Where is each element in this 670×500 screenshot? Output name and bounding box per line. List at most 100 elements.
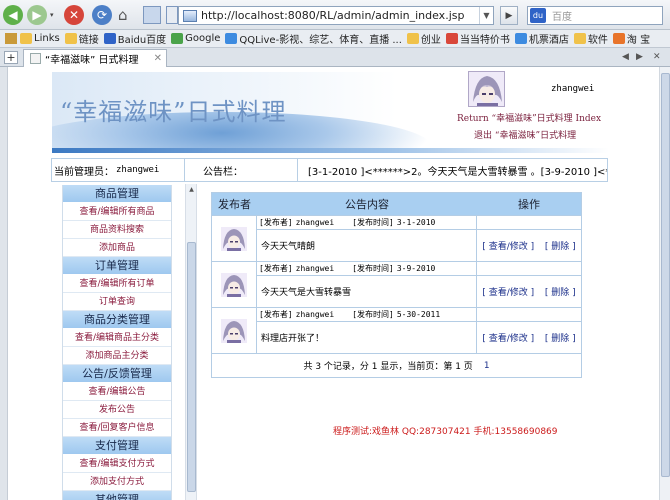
menu-item[interactable]: 发布公告 [63,401,171,419]
bookmark-label[interactable]: 淘 宝 [627,31,650,46]
tab-title[interactable]: “幸福滋味” 日式料理 [45,51,139,66]
bookmark-icon [64,33,77,44]
admin-name: zhangwei [551,84,595,94]
bookmark-label[interactable]: Baidu百度 [118,31,166,46]
tab-current[interactable]: “幸福滋味” 日式料理 ✕ [23,49,167,67]
bookmark-icon [103,33,116,44]
tab-close-all-icon[interactable]: ✕ [653,52,661,62]
page-scrollbar[interactable] [659,67,670,500]
bookmark-item[interactable]: QQLive-影视、综艺、体育、直播 ... [225,31,402,46]
bookmark-item[interactable]: 链接 [64,31,99,46]
menu-section-title[interactable]: 商品管理 [63,185,171,203]
announcement-body: [发布者] zhangwei [发布时间] 5-30-2011 料理店开张了！ [257,308,477,353]
menu-section-title[interactable]: 其他管理 [63,491,171,500]
publish-time: 3-9-2010 [396,264,436,273]
menu-item[interactable]: 添加商品 [63,239,171,257]
actions-spacer [477,216,581,230]
search-placeholder[interactable]: 百度 [552,8,572,23]
address-dropdown-icon[interactable]: ▼ [479,7,493,24]
reader-icon[interactable] [166,6,178,24]
bookmark-item[interactable]: 机票酒店 [514,31,569,46]
back-icon[interactable]: ◀ [3,5,23,25]
page-icon [183,9,197,22]
action-buttons: [ 查看/修改 ] [ 删除 ] [477,230,581,261]
announcement-table: 发布者 公告内容 操作 [发布者] zhangwei [发布时间] 3-1-2010 今… [211,192,582,378]
bookmark-item[interactable]: 软件 [573,31,608,46]
pager-page-link[interactable]: 1 [484,361,490,371]
delete-link[interactable]: [ 删除 ] [545,331,576,344]
tab-scroll-icon[interactable]: ▶ [636,52,643,62]
browser-toolbar: ◀ ▶ ▾ ✕ ⟳ ⌂ http://localhost:8080/RL/adm… [0,0,670,30]
history-dropdown-icon[interactable]: ▾ [50,11,60,21]
pager-summary: 共 3 个记录，分 1 显示，当前页：第 1 页 [303,362,473,372]
bookmark-label[interactable]: Google [185,33,220,44]
address-bar[interactable]: http://localhost:8080/RL/admin/admin_ind… [178,6,494,25]
forward-icon[interactable]: ▶ [27,5,47,25]
favorites-icon[interactable] [143,6,161,24]
stop-icon[interactable]: ✕ [64,5,84,25]
bookmark-label[interactable]: 机票酒店 [529,31,569,46]
bookmark-item[interactable]: Links [20,33,60,44]
home-icon[interactable]: ⌂ [118,6,136,24]
bookmark-label[interactable]: 创业 [421,31,441,46]
logout-link[interactable]: 退出 “幸福滋味”日式料理 [474,128,576,141]
menu-item[interactable]: 添加支付方式 [63,473,171,491]
action-buttons: [ 查看/修改 ] [ 删除 ] [477,276,581,307]
go-icon[interactable]: ▶ [500,6,518,25]
bookmark-item[interactable]: Google [171,33,220,44]
tab-bar: + “幸福滋味” 日式料理 ✕ ◀ ▶ ✕ [0,48,670,67]
menu-scrollbar[interactable]: ▲ [185,184,197,500]
edit-link[interactable]: [ 查看/修改 ] [482,331,534,344]
scroll-up-icon[interactable]: ▲ [187,185,196,194]
menu-section-title[interactable]: 公告/反馈管理 [63,365,171,383]
tab-list-icon[interactable]: ◀ [622,52,629,62]
bookmark-item[interactable]: 当当特价书 [445,31,510,46]
delete-link[interactable]: [ 删除 ] [545,285,576,298]
notice-marquee[interactable]: [3-1-2010 ]<******>2。今天天气是大雪转暴雪 。[3-9-20… [298,163,607,178]
menu-item[interactable]: 订单查询 [63,293,171,311]
table-row: [发布者] zhangwei [发布时间] 5-30-2011 料理店开张了！ [ 查看/… [212,307,581,353]
bookmark-label[interactable]: Links [34,33,60,44]
menu-item[interactable]: 查看/编辑公告 [63,383,171,401]
page-scroll-thumb[interactable] [661,73,670,477]
banner-bar [52,148,609,153]
edit-link[interactable]: [ 查看/修改 ] [482,239,534,252]
menu-item[interactable]: 查看/编辑商品主分类 [63,329,171,347]
bookmark-icon [20,33,32,44]
bookmark-item[interactable]: Baidu百度 [103,31,166,46]
menu-item[interactable]: 查看/编辑所有商品 [63,203,171,221]
actions-spacer [477,308,581,322]
refresh-icon[interactable]: ⟳ [92,5,112,25]
bookmark-label[interactable]: QQLive-影视、综艺、体育、直播 ... [239,31,402,46]
menu-scroll-thumb[interactable] [187,242,196,492]
baidu-icon[interactable]: du [530,8,546,23]
edit-link[interactable]: [ 查看/修改 ] [482,285,534,298]
search-box[interactable]: du 百度 [527,6,663,25]
address-url[interactable]: http://localhost:8080/RL/admin/admin_ind… [201,9,479,22]
bookmark-label[interactable]: 当当特价书 [460,31,510,46]
publish-time: 5-30-2011 [396,310,441,319]
bookmark-item[interactable]: 创业 [406,31,441,46]
bookmark-label[interactable]: 软件 [588,31,608,46]
menu-section-title[interactable]: 商品分类管理 [63,311,171,329]
menu-item[interactable]: 商品资料搜索 [63,221,171,239]
actions-spacer [477,262,581,276]
pager: 共 3 个记录，分 1 显示，当前页：第 1 页 1 [212,353,581,377]
col-header-publisher: 发布者 [218,198,251,211]
delete-link[interactable]: [ 删除 ] [545,239,576,252]
tab-close-icon[interactable]: ✕ [154,53,162,64]
bookmark-label[interactable]: 链接 [79,31,99,46]
menu-item[interactable]: 查看/编辑支付方式 [63,455,171,473]
menu-item[interactable]: 查看/回复客户信息 [63,419,171,437]
admin-menu: 商品管理 查看/编辑所有商品 商品资料搜索 添加商品 订单管理 查看/编辑所有订单 订单查询… [62,185,172,500]
bookmark-icon [225,33,238,44]
menu-item[interactable]: 查看/编辑所有订单 [63,275,171,293]
menu-section-title[interactable]: 订单管理 [63,257,171,275]
menu-item[interactable]: 添加商品主分类 [63,347,171,365]
return-index-link[interactable]: Return “幸福滋味”日式料理 Index [457,111,601,124]
menu-section-title[interactable]: 支付管理 [63,437,171,455]
new-tab-icon[interactable]: + [4,51,18,64]
publisher-avatar [212,216,257,261]
bookmark-item[interactable]: 淘 宝 [612,31,650,46]
publisher-label: [发布者] [259,264,293,273]
